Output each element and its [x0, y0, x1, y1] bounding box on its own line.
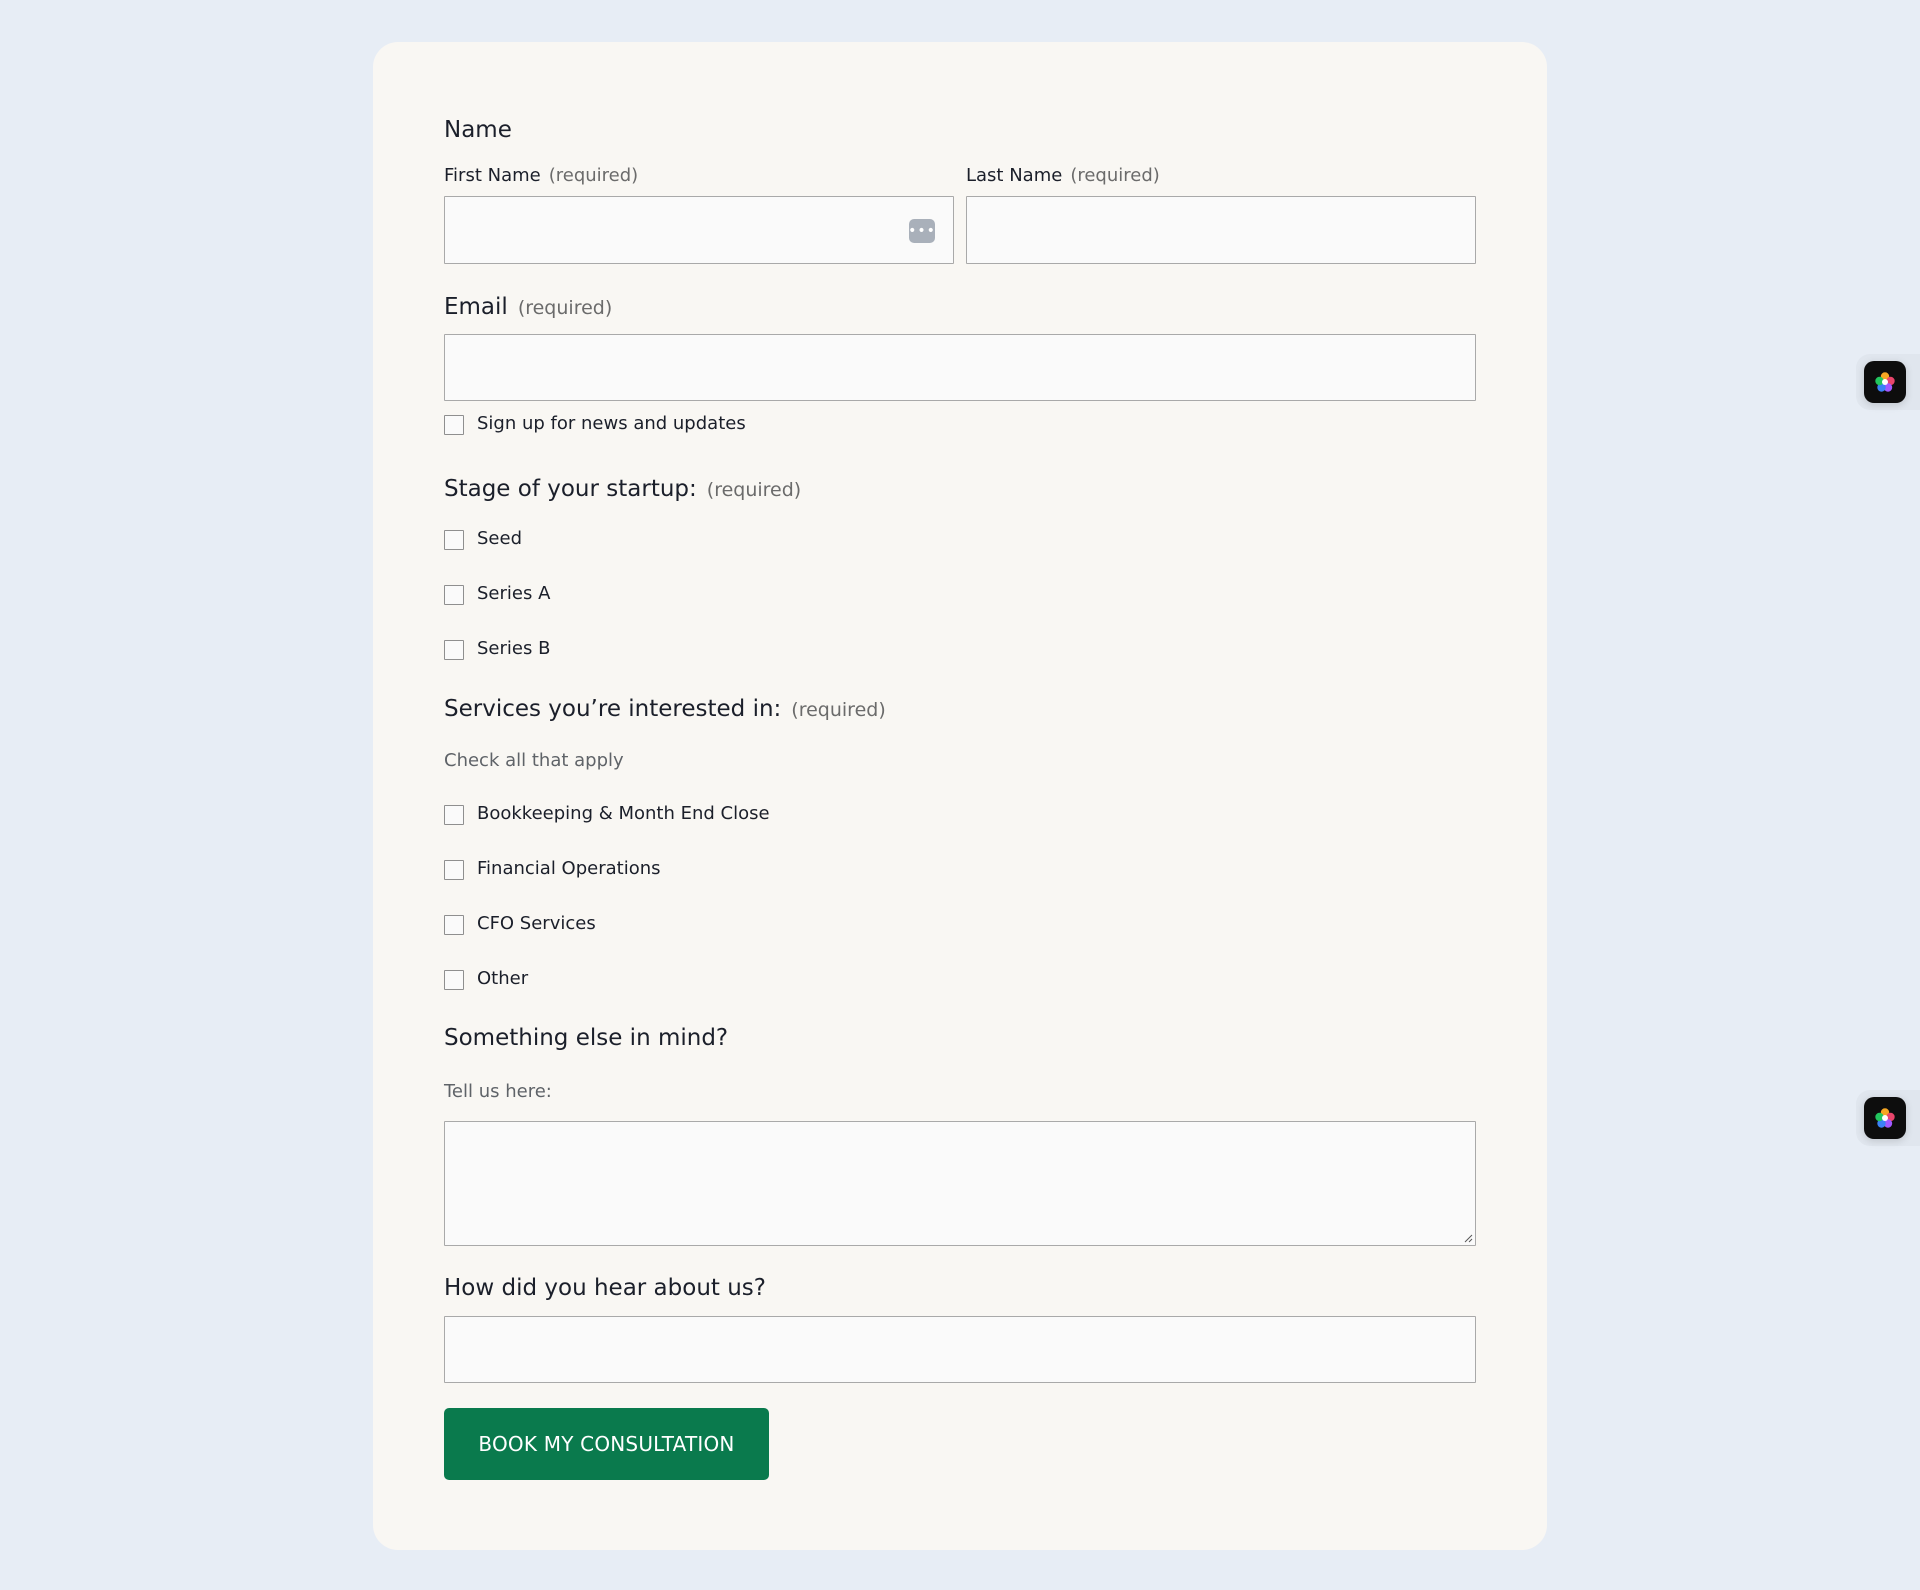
flower-icon	[1875, 372, 1895, 392]
last-name-input[interactable]	[966, 196, 1476, 264]
flower-app-icon[interactable]	[1864, 361, 1906, 403]
stage-label-text: Stage of your startup:	[444, 476, 697, 502]
flower-icon	[1875, 1108, 1895, 1128]
stage-option-checkbox[interactable]	[444, 530, 464, 550]
something-else-heading: Something else in mind?	[444, 1025, 729, 1051]
name-heading: Name	[444, 117, 512, 143]
service-option-checkbox[interactable]	[444, 860, 464, 880]
stage-option-checkbox[interactable]	[444, 640, 464, 660]
services-description: Check all that apply	[444, 750, 624, 771]
email-label-text: Email	[444, 294, 508, 320]
first-name-label-text: First Name	[444, 165, 541, 186]
service-option-bookkeeping: Bookkeeping & Month End Close	[477, 803, 770, 824]
stage-option-checkbox[interactable]	[444, 585, 464, 605]
stage-option-series-a: Series A	[477, 583, 551, 604]
stage-option-series-b: Series B	[477, 638, 551, 659]
first-name-label: First Name (required)	[444, 165, 638, 186]
flower-app-icon[interactable]	[1864, 1097, 1906, 1139]
service-option-checkbox[interactable]	[444, 970, 464, 990]
first-name-input[interactable]: •••	[444, 196, 954, 264]
email-input[interactable]	[444, 334, 1476, 401]
services-heading: Services you’re interested in: (required)	[444, 696, 886, 722]
something-else-textarea[interactable]	[444, 1121, 1476, 1246]
service-option-cfo-services: CFO Services	[477, 913, 596, 934]
something-else-description: Tell us here:	[444, 1081, 552, 1102]
more-dots-icon[interactable]: •••	[908, 219, 935, 243]
last-name-label: Last Name (required)	[966, 165, 1160, 186]
service-option-other: Other	[477, 968, 529, 989]
stage-heading: Stage of your startup: (required)	[444, 476, 801, 502]
email-required: (required)	[517, 297, 613, 319]
stage-option-seed: Seed	[477, 528, 522, 549]
last-name-required: (required)	[1070, 165, 1160, 186]
service-option-financial-operations: Financial Operations	[477, 858, 661, 879]
services-required: (required)	[791, 699, 886, 721]
service-option-checkbox[interactable]	[444, 915, 464, 935]
consultation-form-card: Name First Name (required) ••• Last Name (…	[373, 42, 1547, 1550]
stage-required: (required)	[706, 479, 802, 501]
newsletter-checkbox[interactable]	[444, 415, 464, 435]
referral-input[interactable]	[444, 1316, 1476, 1383]
first-name-required: (required)	[548, 165, 639, 186]
service-option-checkbox[interactable]	[444, 805, 464, 825]
last-name-label-text: Last Name	[966, 165, 1063, 186]
services-label-text: Services you’re interested in:	[444, 696, 782, 722]
book-consultation-button[interactable]: BOOK MY CONSULTATION	[444, 1408, 769, 1480]
newsletter-label: Sign up for news and updates	[477, 413, 746, 434]
resize-handle-icon[interactable]	[1463, 1233, 1473, 1243]
referral-heading: How did you hear about us?	[444, 1275, 766, 1301]
email-label: Email (required)	[444, 294, 612, 320]
